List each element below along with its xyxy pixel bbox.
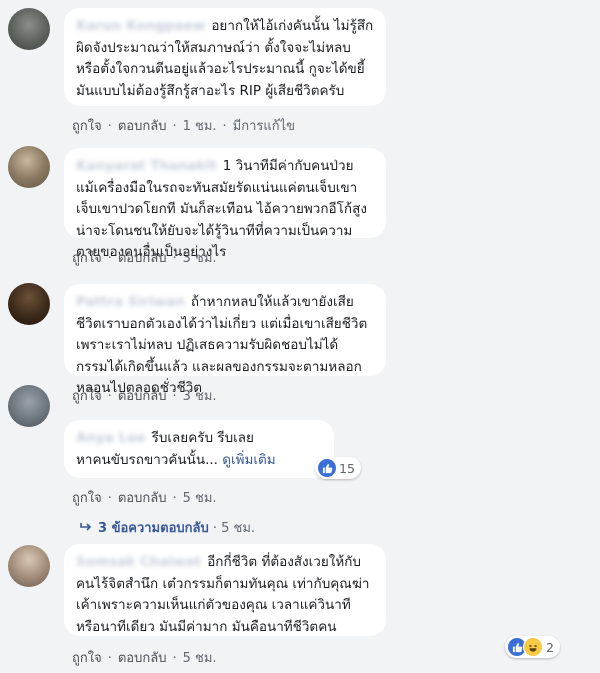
like-link[interactable]: ถูกใจ: [72, 251, 102, 266]
replies-time: 5 ชม.: [221, 521, 256, 536]
reply-arrow-icon: [80, 521, 92, 536]
avatar[interactable]: [8, 8, 50, 50]
comment-actions: ถูกใจ · ตอบกลับ · 5 ชม.: [72, 491, 217, 506]
like-link[interactable]: ถูกใจ: [72, 491, 102, 506]
like-link[interactable]: ถูกใจ: [72, 651, 102, 666]
reaction-count: 2: [546, 639, 554, 655]
commenter-name[interactable]: Somsak Chaiwat: [76, 554, 201, 570]
reply-link[interactable]: ตอบกลับ: [118, 389, 167, 404]
comment-time[interactable]: 5 ชม.: [183, 651, 217, 666]
like-link[interactable]: ถูกใจ: [72, 119, 102, 134]
comment-time[interactable]: 1 ชม.: [183, 119, 217, 134]
comment-bubble: Pattra Siriwan ถ้าหากหลบให้แล้วเขายังเสีย…: [64, 284, 386, 396]
comment-actions: ถูกใจ · ตอบกลับ · 3 ชม.: [72, 389, 217, 404]
commenter-name[interactable]: Pattra Siriwan: [76, 294, 185, 310]
like-link[interactable]: ถูกใจ: [72, 389, 102, 404]
comment-actions: ถูกใจ · ตอบกลับ · 1 ชม. · มีการแก้ไข: [72, 119, 296, 134]
avatar[interactable]: [8, 146, 50, 188]
reaction-summary[interactable]: 15: [315, 457, 361, 479]
edited-label[interactable]: มีการแก้ไข: [233, 119, 295, 134]
comment-time[interactable]: 3 ชม.: [183, 389, 217, 404]
comment-time[interactable]: 3 ชม.: [183, 251, 217, 266]
avatar[interactable]: [8, 283, 50, 325]
see-more-link[interactable]: ดูเพิ่มเติม: [222, 452, 275, 468]
reply-link[interactable]: ตอบกลับ: [118, 651, 167, 666]
avatar[interactable]: [8, 385, 50, 427]
reply-link[interactable]: ตอบกลับ: [118, 119, 167, 134]
comment-bubble: Karun Kongpaew อยากให้ไอ้เก่งคันนั้น ไม่ร…: [64, 8, 386, 106]
avatar[interactable]: [8, 545, 50, 587]
comment-time[interactable]: 5 ชม.: [183, 491, 217, 506]
comment-actions: ถูกใจ · ตอบกลับ · 3 ชม.: [72, 251, 217, 266]
reaction-count: 15: [339, 460, 355, 476]
comment-bubble: Kanyarat Thanakit 1 วินาทีมีค่ากับคนป่วย …: [64, 148, 386, 260]
commenter-name[interactable]: Karun Kongpaew: [76, 18, 205, 34]
comment-text: รีบเลยครับ รีบเลย: [151, 430, 254, 446]
comment-actions: ถูกใจ · ตอบกลับ · 5 ชม.: [72, 651, 217, 666]
reply-link[interactable]: ตอบกลับ: [118, 251, 167, 266]
view-replies-link[interactable]: 3 ข้อความตอบกลับ · 5 ชม.: [80, 517, 255, 538]
comment-bubble: Somsak Chaiwat อีกกี่ชีวิต ที่ต้องสังเวยใ…: [64, 544, 386, 636]
view-replies-label[interactable]: 3 ข้อความตอบกลับ: [98, 521, 209, 536]
like-reaction-icon: [318, 459, 336, 477]
comment-text-second-line: หาคนขับรถขาวคันนั้น...: [76, 451, 218, 468]
haha-reaction-icon: [523, 637, 543, 657]
reaction-summary[interactable]: 2: [505, 636, 560, 658]
commenter-name[interactable]: Kanyarat Thanakit: [76, 158, 217, 174]
comment-bubble: Anya Lee รีบเลยครับ รีบเลย หาคนขับรถขาวคั…: [64, 420, 334, 478]
commenter-name[interactable]: Anya Lee: [76, 430, 146, 446]
reply-link[interactable]: ตอบกลับ: [118, 491, 167, 506]
